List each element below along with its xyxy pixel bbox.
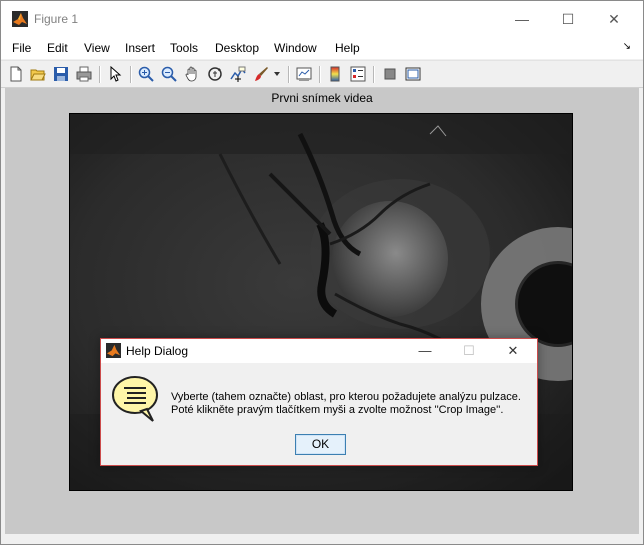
matlab-logo-icon	[106, 343, 121, 358]
brush-icon[interactable]	[252, 65, 270, 83]
open-file-icon[interactable]	[29, 65, 47, 83]
minimize-button[interactable]: —	[499, 1, 545, 37]
new-figure-icon[interactable]	[7, 65, 25, 83]
link-plot-icon[interactable]	[295, 65, 313, 83]
data-cursor-icon[interactable]	[229, 65, 247, 83]
menu-file[interactable]: File	[12, 41, 31, 55]
dock-arrow-icon[interactable]: ↘	[623, 41, 631, 52]
rotate-3d-icon[interactable]	[206, 65, 224, 83]
legend-icon[interactable]	[349, 65, 367, 83]
dialog-message-line2: Poté klikněte pravým tlačítkem myši a zv…	[171, 404, 504, 416]
menu-bar: File Edit View Insert Tools Desktop Wind…	[1, 37, 643, 59]
show-plot-tools-icon[interactable]	[404, 65, 422, 83]
figure-window: Figure 1 — ☐ ✕ File Edit View Insert Too…	[0, 0, 644, 545]
menu-view[interactable]: View	[84, 41, 110, 55]
dialog-title: Help Dialog	[126, 344, 189, 358]
help-dialog: Help Dialog — ☐ ✕ Vyberte (tahem označte…	[100, 338, 538, 466]
figure-canvas: Prvni snímek videa	[5, 88, 639, 534]
menu-window[interactable]: Window	[274, 41, 317, 55]
window-title: Figure 1	[34, 12, 79, 26]
dialog-title-bar[interactable]: Help Dialog — ☐ ✕	[101, 339, 537, 363]
matlab-logo-icon	[12, 11, 28, 27]
dialog-message-line1: Vyberte (tahem označte) oblast, pro kter…	[171, 391, 521, 403]
close-button[interactable]: ✕	[591, 1, 637, 37]
dialog-minimize-button[interactable]: —	[403, 339, 447, 363]
menu-desktop[interactable]: Desktop	[215, 41, 259, 55]
figure-toolbar	[1, 60, 643, 88]
menu-tools[interactable]: Tools	[170, 41, 198, 55]
print-icon[interactable]	[75, 65, 93, 83]
hide-plot-tools-icon[interactable]	[381, 65, 399, 83]
menu-edit[interactable]: Edit	[47, 41, 68, 55]
maximize-button[interactable]: ☐	[545, 1, 591, 37]
menu-help[interactable]: Help	[335, 41, 360, 55]
dialog-maximize-button: ☐	[463, 343, 475, 358]
help-speech-bubble-icon	[112, 376, 158, 422]
colorbar-icon[interactable]	[326, 65, 344, 83]
title-bar[interactable]: Figure 1 — ☐ ✕	[1, 1, 643, 37]
save-icon[interactable]	[52, 65, 70, 83]
select-arrow-icon[interactable]	[106, 65, 124, 83]
axes-title: Prvni snímek videa	[271, 91, 373, 105]
dialog-close-button[interactable]: ✕	[491, 339, 535, 363]
pan-hand-icon[interactable]	[183, 65, 201, 83]
menu-insert[interactable]: Insert	[125, 41, 155, 55]
ok-button[interactable]: OK	[295, 434, 346, 455]
zoom-out-icon[interactable]	[160, 65, 178, 83]
zoom-in-icon[interactable]	[137, 65, 155, 83]
brush-dropdown-icon[interactable]	[272, 65, 282, 83]
